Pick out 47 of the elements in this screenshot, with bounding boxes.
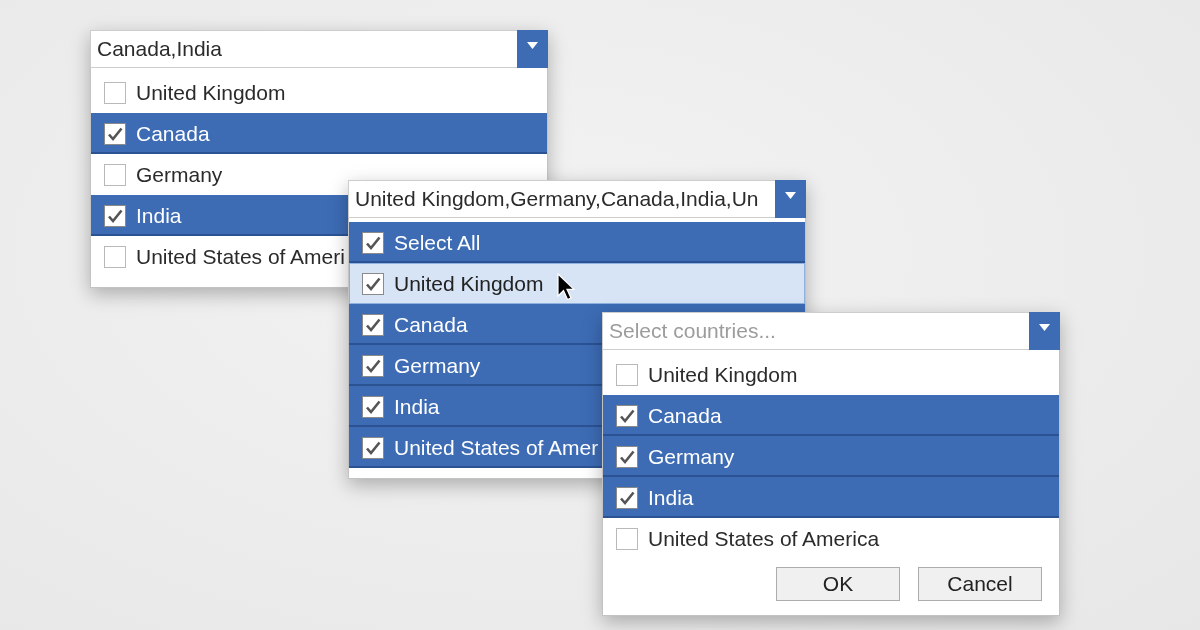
text-field[interactable]: United Kingdom,Germany,Canada,India,Un — [348, 180, 775, 218]
mouse-pointer-icon — [557, 273, 576, 301]
checkmark-icon — [365, 358, 381, 373]
checkbox[interactable] — [104, 81, 126, 104]
checkbox[interactable] — [362, 272, 384, 295]
dialog-button[interactable]: OK — [776, 567, 900, 601]
text-field[interactable]: Canada,India — [90, 30, 517, 68]
checkmark-icon — [619, 408, 635, 423]
checkbox[interactable] — [616, 363, 638, 386]
checkmark-icon — [365, 317, 381, 332]
checkbox[interactable] — [104, 204, 126, 227]
dropdown-button[interactable] — [517, 30, 548, 68]
checkmark-icon — [365, 399, 381, 414]
checkbox[interactable] — [616, 527, 638, 550]
dropdown-button[interactable] — [1029, 312, 1060, 350]
checkmark-icon — [365, 276, 381, 291]
dialog-button[interactable]: Cancel — [918, 567, 1042, 601]
text-field[interactable]: Select countries... — [602, 312, 1029, 350]
list-option[interactable]: Canada — [603, 395, 1059, 436]
checkbox[interactable] — [362, 313, 384, 336]
checkmark-icon — [619, 449, 635, 464]
checkmark-icon — [365, 440, 381, 455]
checkbox[interactable] — [616, 445, 638, 468]
dropdown-button[interactable] — [775, 180, 806, 218]
checkbox[interactable] — [616, 486, 638, 509]
list-option[interactable]: Select All — [349, 222, 805, 263]
list-option[interactable]: United States of America — [603, 518, 1059, 559]
list-option[interactable]: Canada — [91, 113, 547, 154]
checkbox[interactable] — [362, 231, 384, 254]
list-option[interactable]: India — [603, 477, 1059, 518]
checkbox[interactable] — [362, 436, 384, 459]
caret-down-icon — [527, 41, 538, 49]
checkbox[interactable] — [616, 404, 638, 427]
checkmark-icon — [365, 235, 381, 250]
checkmark-icon — [107, 126, 123, 141]
checkbox[interactable] — [104, 122, 126, 145]
checkbox[interactable] — [362, 354, 384, 377]
caret-down-icon — [1039, 323, 1050, 331]
list-option[interactable]: United Kingdom — [91, 72, 547, 113]
checkmark-icon — [619, 490, 635, 505]
caret-down-icon — [785, 191, 796, 199]
checkbox[interactable] — [362, 395, 384, 418]
checkbox[interactable] — [104, 163, 126, 186]
list-option[interactable]: United Kingdom — [349, 263, 805, 304]
checkmark-icon — [107, 208, 123, 223]
checkbox[interactable] — [104, 245, 126, 268]
list-option[interactable]: Germany — [603, 436, 1059, 477]
